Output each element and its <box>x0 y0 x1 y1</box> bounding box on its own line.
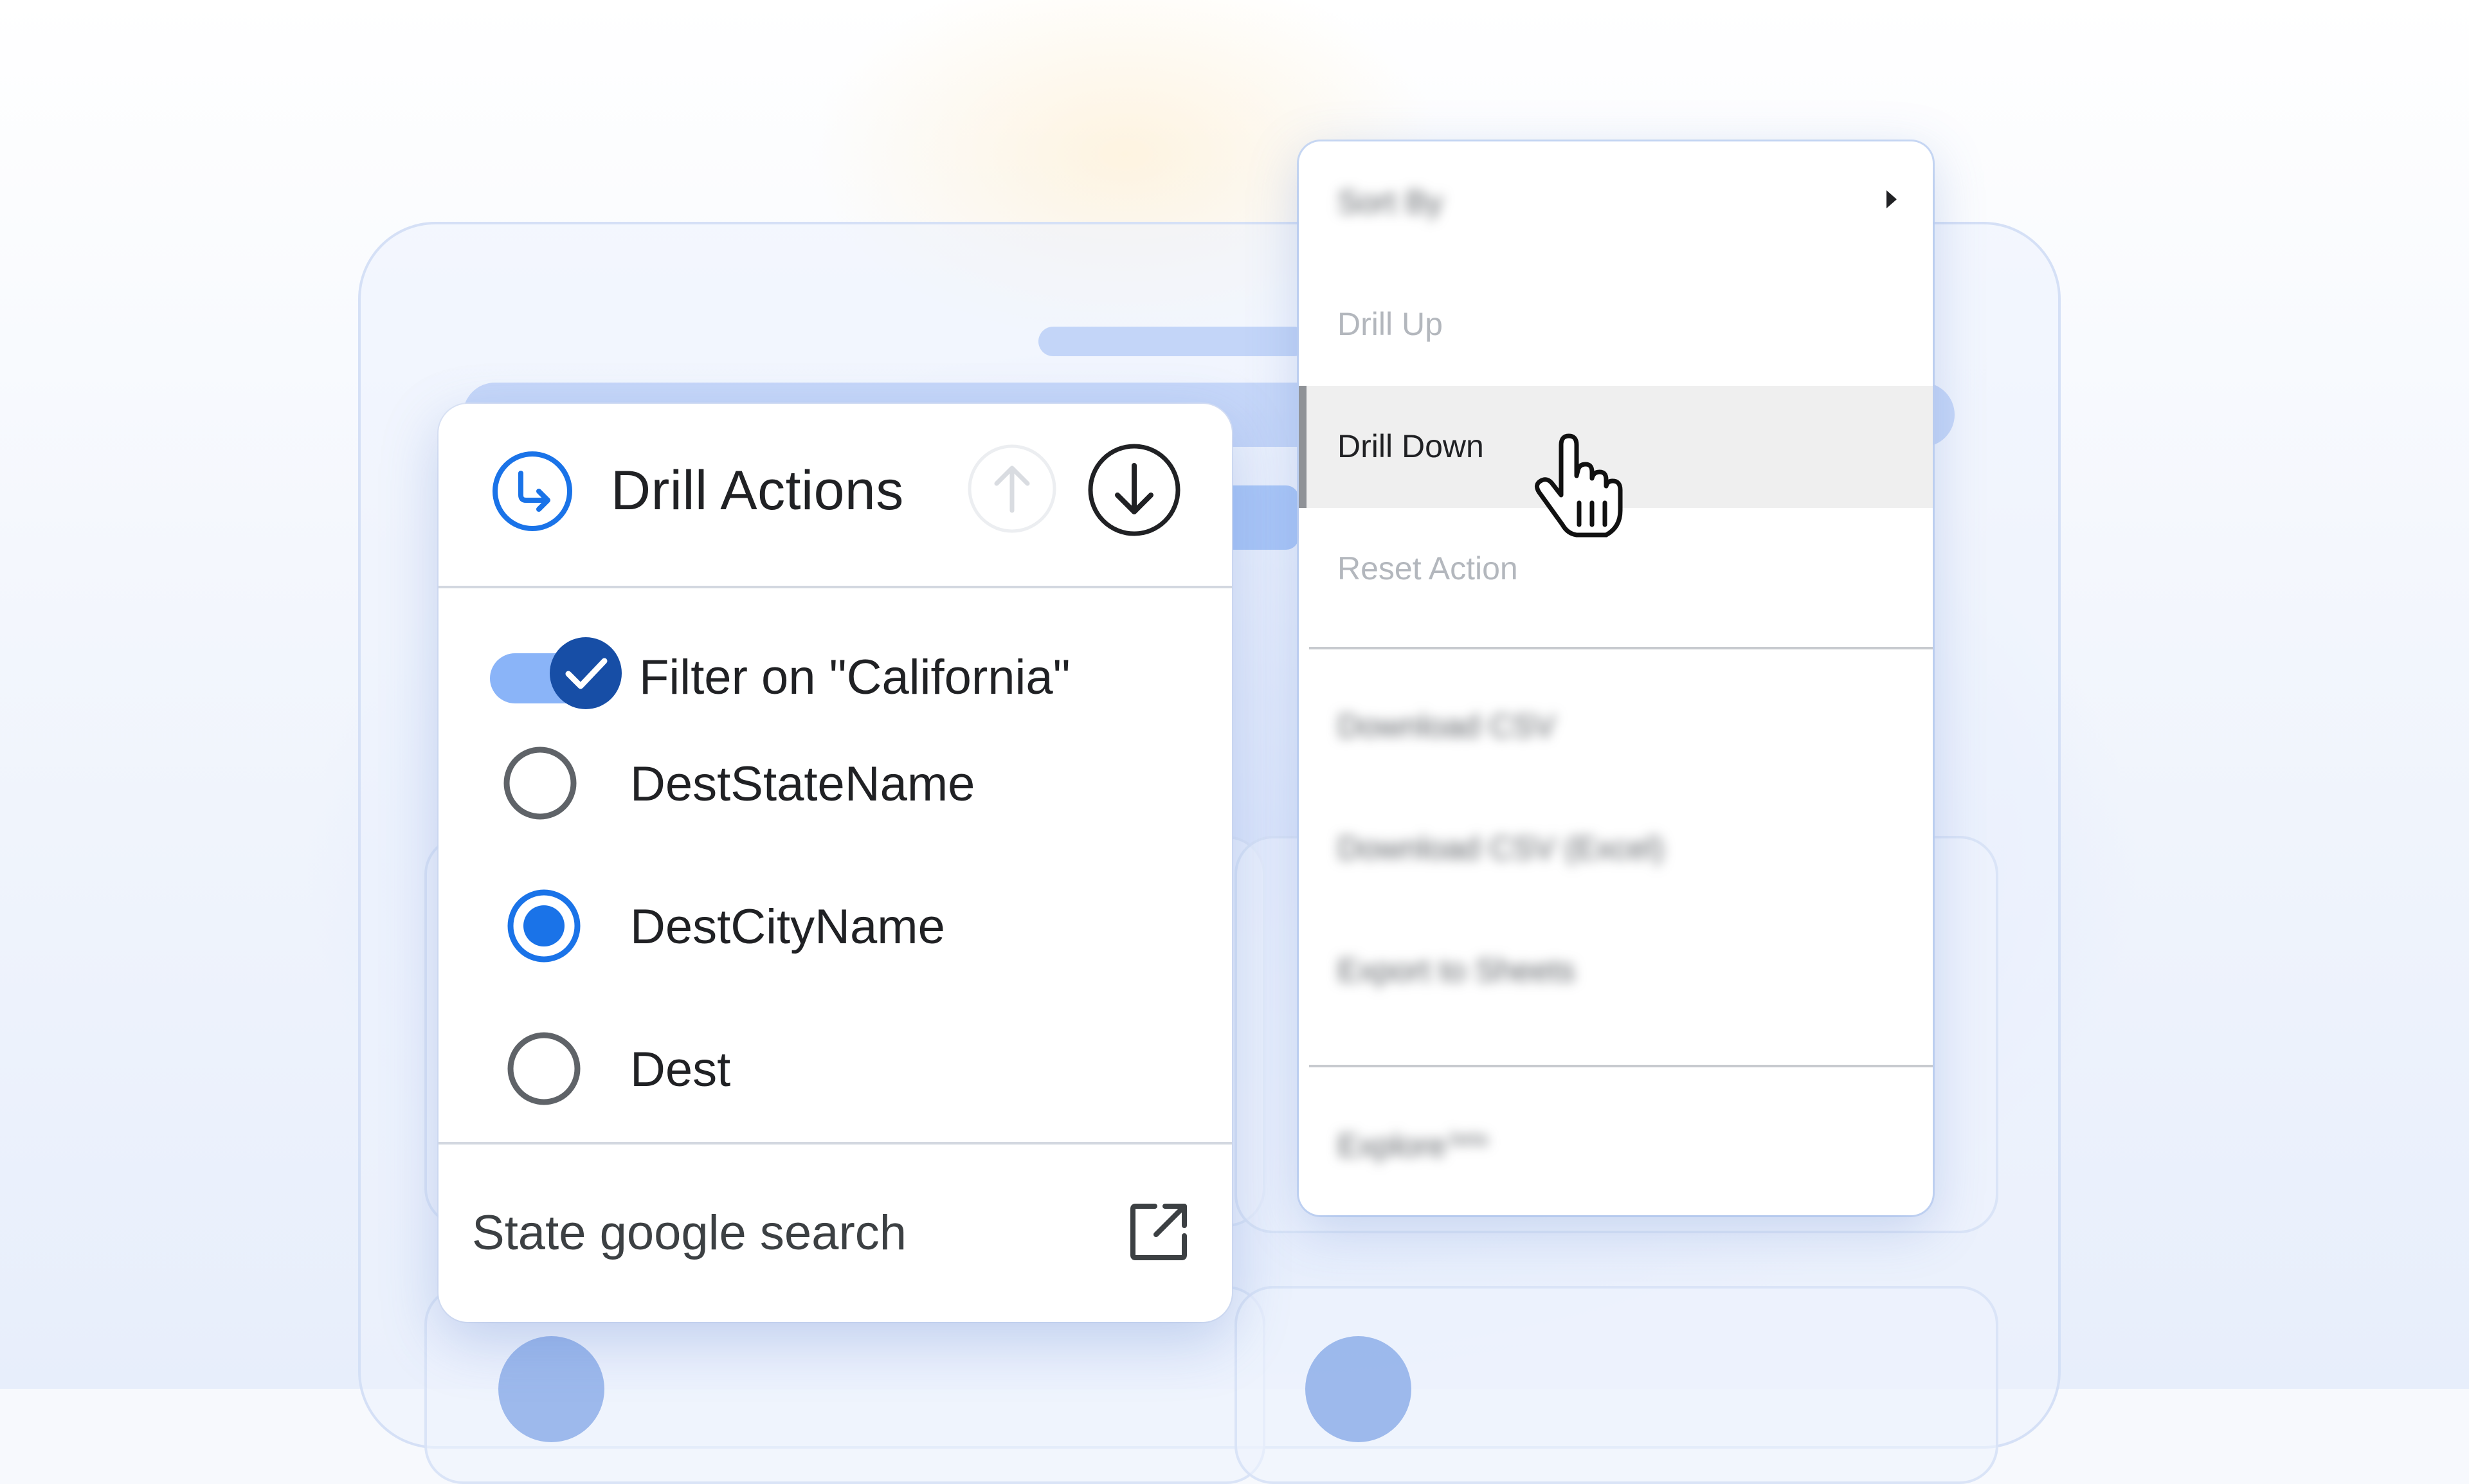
radio-unselected-icon[interactable] <box>504 1029 584 1108</box>
explore-label: Explore <box>1337 1127 1447 1164</box>
panel-title: Drill Actions <box>611 460 904 521</box>
context-menu: Sort By Drill Up Drill Down Reset Action… <box>1299 141 1933 1215</box>
radio-label: Dest <box>630 1042 731 1097</box>
radio-option[interactable]: Dest <box>439 1017 1232 1146</box>
background-placeholder-bar <box>1038 327 1308 356</box>
menu-item-label: Reset Action <box>1337 550 1518 586</box>
drill-arrow-icon <box>493 451 572 531</box>
active-indicator <box>1299 386 1307 508</box>
menu-item-export-to-sheets[interactable]: Export to Sheets <box>1299 910 1933 1032</box>
menu-item-label: Download CSV <box>1337 708 1556 744</box>
filter-label: Filter on "California" <box>639 650 1071 705</box>
radio-option[interactable]: DestCityName <box>439 874 1232 1003</box>
explore-superscript: beta <box>1450 1128 1488 1150</box>
filter-toggle-row[interactable]: Filter on "California" <box>490 622 1197 725</box>
menu-item-label: Drill Down <box>1337 428 1484 464</box>
hand-cursor-icon <box>1535 433 1623 538</box>
menu-item-drill-up[interactable]: Drill Up <box>1299 264 1933 386</box>
menu-item-label: Download CSV (Excel) <box>1337 830 1665 866</box>
menu-item-download-csv-excel[interactable]: Download CSV (Excel) <box>1299 788 1933 910</box>
menu-item-label: Export to Sheets <box>1337 952 1575 988</box>
menu-divider <box>1309 647 1933 649</box>
radio-option[interactable]: DestStateName <box>439 732 1232 860</box>
background-chart-icon <box>498 1336 604 1442</box>
arrow-down-icon[interactable] <box>1087 442 1182 538</box>
panel-header: Drill Actions <box>439 404 1232 588</box>
submenu-arrow-icon <box>1886 190 1897 208</box>
menu-item-explore[interactable]: Explore beta <box>1299 1079 1933 1201</box>
background-chart-icon <box>1305 1336 1411 1442</box>
menu-item-label: Drill Up <box>1337 306 1443 342</box>
radio-label: DestStateName <box>630 757 975 811</box>
check-icon[interactable] <box>548 635 624 711</box>
open-in-new-icon[interactable] <box>1124 1197 1193 1267</box>
drill-actions-panel: Drill Actions Filter on "California" Des… <box>439 404 1232 1322</box>
radio-unselected-icon[interactable] <box>500 743 580 823</box>
state-google-search-link[interactable]: State google search <box>439 1145 1232 1322</box>
radio-label: DestCityName <box>630 900 945 954</box>
menu-divider <box>1309 1065 1933 1067</box>
menu-item-label: Sort By <box>1337 184 1443 220</box>
radio-selected-icon[interactable] <box>504 886 584 966</box>
menu-item-download-csv[interactable]: Download CSV <box>1299 665 1933 788</box>
menu-item-sort-by[interactable]: Sort By <box>1299 141 1933 264</box>
arrow-up-icon[interactable] <box>967 444 1057 534</box>
menu-item-label: Explore beta <box>1337 1119 1488 1166</box>
footer-link-label: State google search <box>472 1206 907 1260</box>
